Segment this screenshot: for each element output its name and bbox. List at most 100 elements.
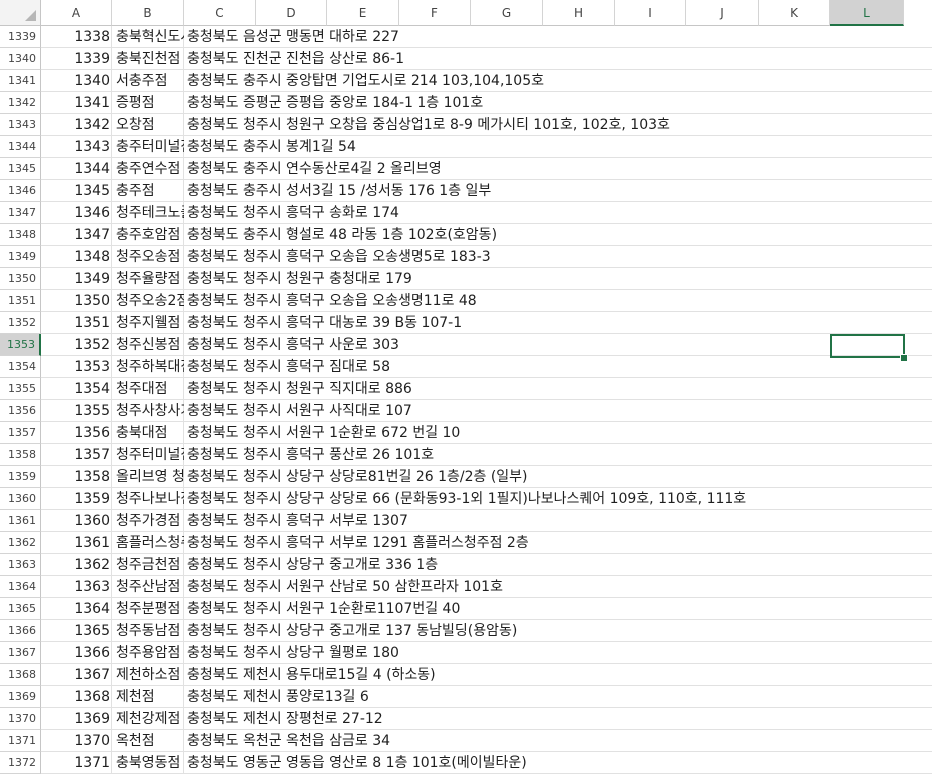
cell-store-name[interactable]: 청주테크노폴리스점 <box>113 202 184 224</box>
cell-store-name[interactable]: 충북대점 <box>113 422 184 444</box>
cell-address[interactable]: 충청북도 충주시 형설로 48 라동 1층 102호(호암동) <box>184 224 924 246</box>
row-header[interactable]: 1358 <box>0 444 41 466</box>
row-header[interactable]: 1351 <box>0 290 41 312</box>
column-header-a[interactable]: A <box>41 0 112 26</box>
cell-address[interactable]: 충청북도 충주시 봉계1길 54 <box>184 136 924 158</box>
cell-index[interactable]: 1369 <box>41 708 112 730</box>
cell-store-name[interactable]: 청주동남점 <box>113 620 184 642</box>
cell-store-name[interactable]: 청주분평점 <box>113 598 184 620</box>
row-header[interactable]: 1367 <box>0 642 41 664</box>
select-all-corner[interactable] <box>0 0 41 26</box>
cell-store-name[interactable]: 제천하소점 <box>113 664 184 686</box>
cell-store-name[interactable]: 청주터미널점 <box>113 444 184 466</box>
row-header[interactable]: 1340 <box>0 48 41 70</box>
row-header[interactable]: 1349 <box>0 246 41 268</box>
row-header[interactable]: 1360 <box>0 488 41 510</box>
row-header[interactable]: 1341 <box>0 70 41 92</box>
cell-store-name[interactable]: 청주오송2점 <box>113 290 184 312</box>
row-header[interactable]: 1348 <box>0 224 41 246</box>
cell-address[interactable]: 충청북도 영동군 영동읍 영산로 8 1층 101호(메이빌타운) <box>184 752 924 774</box>
cell-store-name[interactable]: 홈플러스청주점 <box>113 532 184 554</box>
cell-address[interactable]: 충청북도 청주시 서원구 사직대로 107 <box>184 400 924 422</box>
cell-index[interactable]: 1357 <box>41 444 112 466</box>
row-header[interactable]: 1344 <box>0 136 41 158</box>
column-header-d[interactable]: D <box>256 0 327 26</box>
spreadsheet-grid[interactable]: ABCDEFGHIJKL 13391338충북혁신도시점충청북도 음성군 맹동면… <box>0 0 932 774</box>
column-header-c[interactable]: C <box>184 0 256 26</box>
cell-address[interactable]: 충청북도 청주시 상당구 월평로 180 <box>184 642 924 664</box>
cell-address[interactable]: 충청북도 청주시 서원구 1순환로 672 번길 10 <box>184 422 924 444</box>
cell-store-name[interactable]: 제천강제점 <box>113 708 184 730</box>
cell-store-name[interactable]: 옥천점 <box>113 730 184 752</box>
cell-store-name[interactable]: 충북진천점 <box>113 48 184 70</box>
fill-handle[interactable] <box>900 354 908 362</box>
cell-store-name[interactable]: 청주산남점 <box>113 576 184 598</box>
cell-address[interactable]: 충청북도 청주시 서원구 산남로 50 삼한프라자 101호 <box>184 576 924 598</box>
row-header[interactable]: 1371 <box>0 730 41 752</box>
row-header[interactable]: 1370 <box>0 708 41 730</box>
cell-index[interactable]: 1349 <box>41 268 112 290</box>
cell-store-name[interactable]: 청주신봉점 <box>113 334 184 356</box>
cell-store-name[interactable]: 충주연수점 <box>113 158 184 180</box>
cell-address[interactable]: 충청북도 제천시 풍양로13길 6 <box>184 686 924 708</box>
cell-index[interactable]: 1351 <box>41 312 112 334</box>
cell-index[interactable]: 1364 <box>41 598 112 620</box>
cell-index[interactable]: 1360 <box>41 510 112 532</box>
cell-store-name[interactable]: 청주오송점 <box>113 246 184 268</box>
cell-store-name[interactable]: 제천점 <box>113 686 184 708</box>
row-header[interactable]: 1361 <box>0 510 41 532</box>
cell-store-name[interactable]: 청주지웰점 <box>113 312 184 334</box>
row-header[interactable]: 1368 <box>0 664 41 686</box>
cell-index[interactable]: 1361 <box>41 532 112 554</box>
row-header[interactable]: 1355 <box>0 378 41 400</box>
cell-index[interactable]: 1365 <box>41 620 112 642</box>
column-header-j[interactable]: J <box>686 0 759 26</box>
row-header[interactable]: 1346 <box>0 180 41 202</box>
column-header-b[interactable]: B <box>112 0 184 26</box>
row-header[interactable]: 1357 <box>0 422 41 444</box>
cell-address[interactable]: 충청북도 청주시 상당구 중고개로 137 동남빌딩(용암동) <box>184 620 924 642</box>
cell-store-name[interactable]: 충주터미널점 <box>113 136 184 158</box>
cell-index[interactable]: 1352 <box>41 334 112 356</box>
cell-index[interactable]: 1370 <box>41 730 112 752</box>
cell-address[interactable]: 충청북도 음성군 맹동면 대하로 227 <box>184 26 924 48</box>
cell-store-name[interactable]: 청주가경점 <box>113 510 184 532</box>
cell-address[interactable]: 충청북도 진천군 진천읍 상산로 86-1 <box>184 48 924 70</box>
cell-address[interactable]: 충청북도 제천시 용두대로15길 4 (하소동) <box>184 664 924 686</box>
cell-address[interactable]: 충청북도 청주시 청원구 오창읍 중심상업1로 8-9 메가시티 101호, 1… <box>184 114 924 136</box>
row-header[interactable]: 1350 <box>0 268 41 290</box>
cell-store-name[interactable]: 증평점 <box>113 92 184 114</box>
cell-address[interactable]: 충청북도 청주시 흥덕구 송화로 174 <box>184 202 924 224</box>
cell-index[interactable]: 1355 <box>41 400 112 422</box>
row-header[interactable]: 1356 <box>0 400 41 422</box>
row-header[interactable]: 1352 <box>0 312 41 334</box>
column-header-h[interactable]: H <box>543 0 615 26</box>
cell-address[interactable]: 충청북도 청주시 흥덕구 대농로 39 B동 107-1 <box>184 312 924 334</box>
cell-index[interactable]: 1368 <box>41 686 112 708</box>
cell-address[interactable]: 충청북도 청주시 흥덕구 오송읍 오송생명11로 48 <box>184 290 924 312</box>
active-cell-selection[interactable] <box>830 334 905 358</box>
cell-store-name[interactable]: 청주나보나점 <box>113 488 184 510</box>
cell-index[interactable]: 1358 <box>41 466 112 488</box>
cell-address[interactable]: 충청북도 청주시 상당구 상당로 66 (문화동93-1외 1필지)나보나스퀘어… <box>184 488 924 510</box>
cell-index[interactable]: 1346 <box>41 202 112 224</box>
row-header[interactable]: 1364 <box>0 576 41 598</box>
cell-address[interactable]: 충청북도 청주시 흥덕구 사운로 303 <box>184 334 924 356</box>
cell-address[interactable]: 충청북도 청주시 상당구 상당로81번길 26 1층/2층 (일부) <box>184 466 924 488</box>
cell-address[interactable]: 충청북도 청주시 청원구 충청대로 179 <box>184 268 924 290</box>
row-header[interactable]: 1359 <box>0 466 41 488</box>
cell-address[interactable]: 충청북도 청주시 흥덕구 서부로 1291 홈플러스청주점 2층 <box>184 532 924 554</box>
cell-store-name[interactable]: 청주하복대점 <box>113 356 184 378</box>
cell-store-name[interactable]: 올리브영 청주 <box>113 466 184 488</box>
column-header-k[interactable]: K <box>759 0 830 26</box>
cell-store-name[interactable]: 충주호암점 <box>113 224 184 246</box>
row-header[interactable]: 1345 <box>0 158 41 180</box>
cell-index[interactable]: 1344 <box>41 158 112 180</box>
cell-address[interactable]: 충청북도 충주시 성서3길 15 /성서동 176 1층 일부 <box>184 180 924 202</box>
row-header[interactable]: 1353 <box>0 334 41 356</box>
cell-index[interactable]: 1356 <box>41 422 112 444</box>
column-header-e[interactable]: E <box>327 0 399 26</box>
row-header[interactable]: 1354 <box>0 356 41 378</box>
cell-address[interactable]: 충청북도 제천시 장평천로 27-12 <box>184 708 924 730</box>
cell-address[interactable]: 충청북도 옥천군 옥천읍 삼금로 34 <box>184 730 924 752</box>
